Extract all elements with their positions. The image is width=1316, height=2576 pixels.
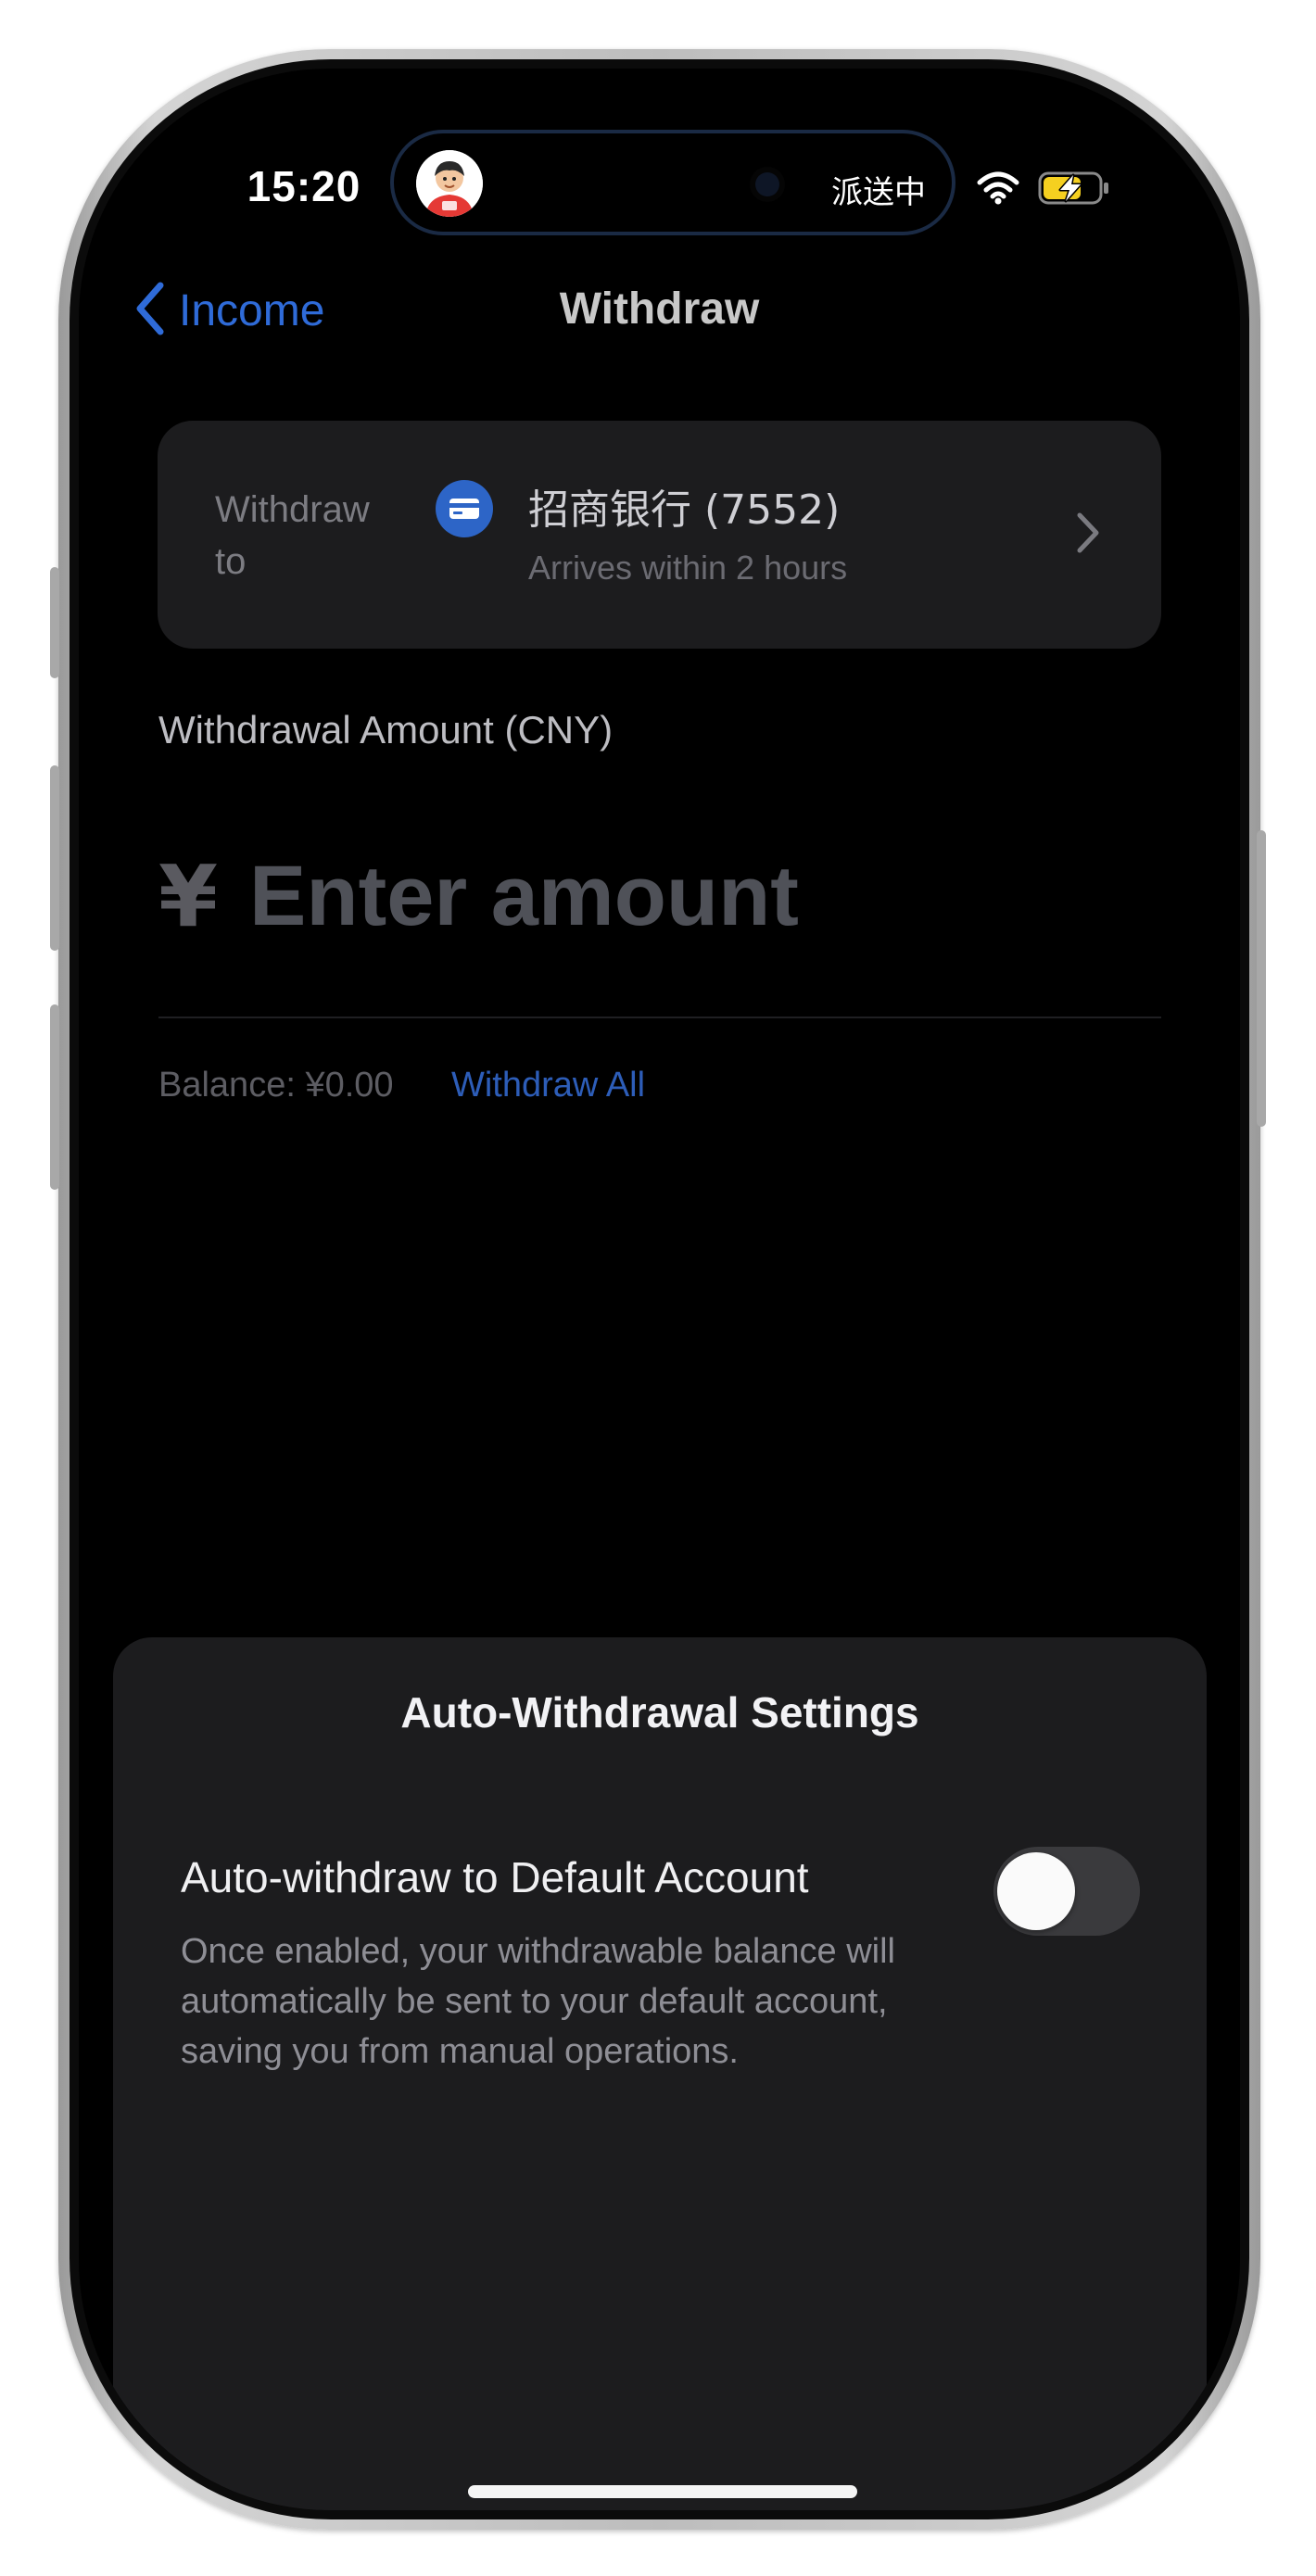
bank-name: 招商银行 (7552)	[528, 486, 841, 534]
amount-divider	[158, 1017, 1161, 1018]
amount-row: ¥	[158, 847, 1084, 946]
auto-withdraw-toggle[interactable]	[993, 1847, 1140, 1936]
amount-input[interactable]	[249, 848, 1084, 945]
bank-card-icon	[436, 480, 493, 537]
battery-charging-icon	[1038, 170, 1110, 210]
chevron-right-icon	[1076, 511, 1100, 559]
status-icons	[977, 170, 1110, 210]
power-button	[1257, 830, 1266, 1127]
dynamic-island[interactable]: 派送中	[390, 130, 955, 235]
live-activity-status: 派送中	[831, 174, 926, 211]
withdraw-all-link[interactable]: Withdraw All	[451, 1066, 645, 1105]
withdraw-to-label: Withdraw to	[215, 489, 370, 582]
arrival-note: Arrives within 2 hours	[528, 549, 848, 587]
auto-withdraw-option-title: Auto-withdraw to Default Account	[181, 1853, 809, 1901]
status-time: 15:20	[247, 162, 361, 210]
toggle-knob	[997, 1852, 1075, 1930]
action-button	[50, 567, 59, 678]
screen: 15:20 派送中 Income Withdraw Withdraw to 招商…	[79, 69, 1240, 2510]
auto-withdraw-option-description: Once enabled, your withdrawable balance …	[181, 1932, 896, 2071]
currency-symbol: ¥	[158, 847, 219, 946]
sheet-title: Auto-Withdrawal Settings	[400, 1688, 919, 1736]
volume-up-button	[50, 765, 59, 951]
front-camera-icon	[755, 172, 779, 196]
auto-withdrawal-sheet: Auto-Withdrawal Settings Auto-withdraw t…	[113, 1637, 1207, 2510]
wifi-icon	[977, 171, 1019, 209]
balance-text: Balance: ¥0.00	[158, 1066, 394, 1105]
page-title: Withdraw	[559, 284, 760, 334]
volume-down-button	[50, 1004, 59, 1190]
amount-label: Withdrawal Amount (CNY)	[158, 708, 614, 751]
courier-avatar-icon	[416, 150, 483, 217]
home-indicator[interactable]	[468, 2485, 857, 2498]
withdraw-destination-card[interactable]: Withdraw to 招商银行 (7552) Arrives within 2…	[158, 421, 1161, 649]
